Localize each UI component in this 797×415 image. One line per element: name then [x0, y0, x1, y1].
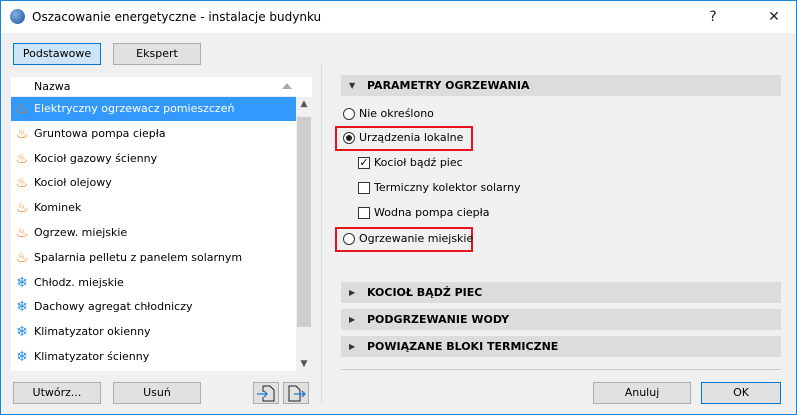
section-title: PARAMETRY OGRZEWANIA — [367, 79, 530, 92]
basic-mode-button[interactable]: Podstawowe — [13, 43, 101, 65]
flame-icon: ♨ — [15, 150, 29, 167]
list-item[interactable]: ❄ Klimatyzator okienny — [11, 320, 296, 344]
list-scrollbar[interactable]: ▲ ▼ — [296, 97, 312, 371]
list-item-label: Klimatyzator okienny — [34, 325, 151, 339]
close-button[interactable]: ✕ — [759, 5, 789, 29]
check-icon[interactable]: ✓ — [358, 157, 370, 169]
list-item[interactable]: ♨ Spalarnia pelletu z panelem solarnym — [11, 246, 296, 270]
list-item[interactable]: ♨ Gruntowa pompa ciepła — [11, 122, 296, 146]
list-item[interactable]: ♨ Kocioł olejowy — [11, 171, 296, 195]
flame-icon: ♨ — [15, 200, 29, 217]
radio-label: Urządzenia lokalne — [359, 131, 464, 144]
snowflake-icon: ❄ — [16, 299, 28, 316]
installations-list[interactable]: Nazwa ♨ Elektryczny ogrzewacz pomieszczeń… — [11, 77, 312, 371]
list-item[interactable]: ❄ Klimatyzator ścienny — [11, 345, 296, 369]
flame-icon: ♨ — [15, 101, 29, 117]
list-item[interactable]: ♨ Kominek — [11, 196, 296, 220]
list-item-label: Ogrzew. miejskie — [34, 226, 128, 239]
app-icon — [10, 9, 25, 24]
section-title: POWIĄZANE BLOKI TERMICZNE — [367, 340, 559, 353]
section-heating-parameters[interactable]: ▼ PARAMETRY OGRZEWANIA — [341, 75, 781, 96]
import-button[interactable] — [253, 382, 279, 404]
scrollbar-thumb[interactable] — [297, 117, 311, 327]
list-item-label: Kocioł gazowy ścienny — [34, 151, 158, 165]
list-item-label: Elektryczny ogrzewacz pomieszczeń — [34, 102, 235, 115]
ok-button[interactable]: OK — [701, 382, 781, 404]
create-button[interactable]: Utwórz... — [13, 382, 101, 404]
list-item[interactable]: ♨ Ogrzew. miejskie — [11, 221, 296, 245]
help-button[interactable]: ? — [698, 5, 728, 29]
column-header-name[interactable]: Nazwa — [11, 77, 296, 97]
scroll-down-icon[interactable]: ▼ — [296, 359, 312, 369]
list-item-label: Gruntowa pompa ciepła — [34, 126, 166, 140]
section-title: KOCIOŁ BĄDŹ PIEC — [367, 286, 483, 299]
separator — [341, 369, 781, 370]
window-title: Oszacowanie energetyczne - instalacje bu… — [32, 10, 322, 24]
snowflake-icon: ❄ — [16, 349, 28, 365]
scroll-up-icon[interactable]: ▲ — [296, 99, 312, 109]
list-item-label: Dachowy agregat chłodniczy — [34, 300, 193, 314]
section-title: PODGRZEWANIE WODY — [367, 313, 510, 326]
delete-button[interactable]: Usuń — [113, 382, 201, 404]
column-header-label: Nazwa — [34, 80, 71, 93]
radio-label: Ogrzewanie miejskie — [359, 232, 474, 245]
import-icon — [257, 385, 275, 402]
list-item[interactable]: ♨ Kocioł gazowy ścienny — [11, 147, 296, 171]
snowflake-icon: ❄ — [16, 324, 28, 341]
radio-circle[interactable] — [343, 132, 355, 144]
list-item-label: Kocioł olejowy — [34, 176, 112, 190]
list-item-label: Spalarnia pelletu z panelem solarnym — [34, 250, 243, 264]
dialog-window: Oszacowanie energetyczne - instalacje bu… — [0, 0, 797, 415]
sort-ascending-icon — [282, 83, 292, 89]
radio-circle[interactable] — [343, 233, 355, 245]
list-item-label: Klimatyzator ścienny — [34, 350, 150, 363]
expanded-arrow-icon: ▼ — [349, 81, 356, 90]
cancel-button[interactable]: Anuluj — [593, 382, 691, 404]
section-water-heating[interactable]: ▶ PODGRZEWANIE WODY — [341, 309, 781, 330]
checkbox-label: Termiczny kolektor solarny — [374, 181, 521, 194]
section-boiler[interactable]: ▶ KOCIOŁ BĄDŹ PIEC — [341, 282, 781, 303]
checkbox-box[interactable] — [358, 207, 370, 219]
export-button[interactable] — [283, 382, 309, 404]
collapsed-arrow-icon: ▶ — [349, 315, 356, 324]
expert-mode-button[interactable]: Ekspert — [113, 43, 201, 65]
export-icon — [288, 385, 306, 402]
radio-circle[interactable] — [343, 108, 355, 120]
list-item[interactable]: ❄ Chłodz. miejskie — [11, 271, 296, 295]
snowflake-icon: ❄ — [16, 274, 28, 291]
list-item[interactable]: ♨ Elektryczny ogrzewacz pomieszczeń — [11, 97, 296, 121]
radio-label: Nie określono — [359, 107, 434, 120]
list-item-label: Chłodz. miejskie — [34, 275, 124, 289]
flame-icon: ♨ — [15, 249, 29, 266]
checkbox-label: Kocioł bądź piec — [374, 156, 463, 169]
checkbox-label: Wodna pompa ciepła — [374, 206, 490, 219]
collapsed-arrow-icon: ▶ — [349, 288, 356, 297]
flame-icon: ♨ — [15, 175, 29, 192]
title-bar: Oszacowanie energetyczne - instalacje bu… — [1, 1, 796, 33]
flame-icon: ♨ — [15, 125, 29, 142]
flame-icon: ♨ — [15, 225, 29, 241]
list-item[interactable]: ❄ Dachowy agregat chłodniczy — [11, 295, 296, 319]
checkbox-box[interactable] — [358, 182, 370, 194]
collapsed-arrow-icon: ▶ — [349, 342, 356, 351]
section-thermal-blocks[interactable]: ▶ POWIĄZANE BLOKI TERMICZNE — [341, 336, 781, 357]
panel-divider — [321, 63, 322, 403]
list-item-label: Kominek — [34, 201, 82, 215]
